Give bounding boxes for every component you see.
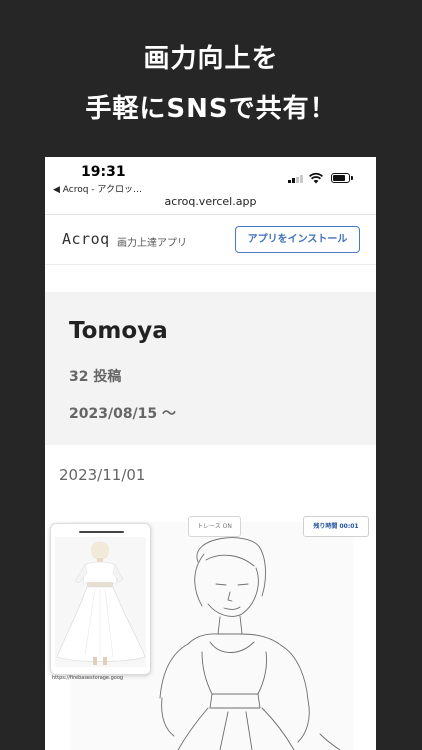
- reference-image-card[interactable]: [50, 523, 151, 675]
- reference-source-url[interactable]: https://firebasestorage.goog: [52, 675, 123, 681]
- trace-toggle[interactable]: トレース ON: [188, 516, 241, 537]
- member-since: 2023/08/15 〜: [69, 406, 177, 422]
- promo-headline-line1: 画力向上を: [143, 44, 279, 74]
- post-date: 2023/11/01: [59, 466, 146, 484]
- back-to-app-link[interactable]: ◀ Acroq - アクロッ…: [53, 182, 142, 195]
- app-tagline: 画力上達アプリ: [117, 238, 187, 249]
- install-app-button[interactable]: アプリをインストール: [235, 226, 360, 253]
- address-bar-url[interactable]: acroq.vercel.app: [45, 195, 376, 208]
- cellular-signal-icon: [288, 175, 303, 183]
- remaining-time-badge: 残り時間 00:01: [303, 516, 369, 537]
- wifi-icon: [309, 172, 323, 184]
- phone-screen: 19:31 ◀ Acroq - アクロッ… acroq.vercel.app A…: [45, 157, 376, 750]
- reference-photo: [55, 537, 146, 667]
- status-time: 19:31: [81, 164, 126, 180]
- app-header: Acroq 画力上達アプリ アプリをインストール: [45, 215, 376, 265]
- profile-name: Tomoya: [69, 318, 168, 344]
- battery-icon: [331, 173, 353, 183]
- browser-status-bar: 19:31 ◀ Acroq - アクロッ… acroq.vercel.app: [45, 157, 376, 215]
- post-count: 32 投稿: [69, 369, 122, 385]
- profile-card: Tomoya 32 投稿 2023/08/15 〜: [45, 292, 376, 445]
- promo-headline-line2: 手軽にSNSで共有！: [85, 94, 337, 124]
- drag-handle[interactable]: [79, 531, 124, 533]
- post-item[interactable]: https://firebasestorage.goog トレース ON 残り時…: [45, 502, 376, 750]
- app-logo[interactable]: Acroq: [62, 230, 110, 248]
